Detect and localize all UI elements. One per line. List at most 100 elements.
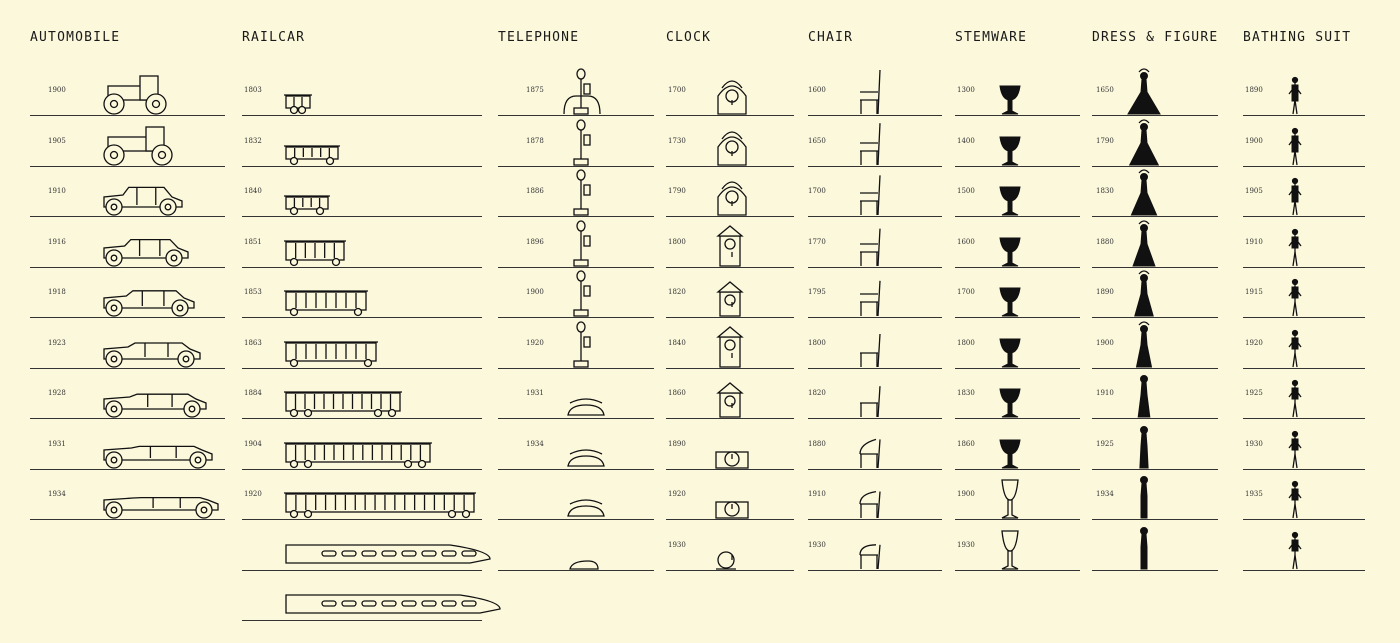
year-label: 1700 bbox=[957, 288, 975, 296]
year-label: 1878 bbox=[526, 136, 544, 145]
timeline-row: 1920 bbox=[666, 470, 794, 520]
timeline-row: 1930 bbox=[808, 521, 942, 571]
year-label: 1890 bbox=[1245, 86, 1263, 94]
year-label: 1600 bbox=[957, 237, 975, 246]
timeline-row: 1900 bbox=[498, 268, 654, 318]
timeline-row: 1905 bbox=[1243, 167, 1365, 217]
year-label: 1800 bbox=[808, 338, 826, 347]
column-title-bathing: BATHING SUIT bbox=[1243, 30, 1352, 45]
year-label: 1934 bbox=[1096, 490, 1114, 498]
year-label: 1910 bbox=[1245, 237, 1263, 246]
timeline-row: 1770 bbox=[808, 218, 942, 268]
year-label: 1910 bbox=[1096, 389, 1114, 397]
year-label: 1840 bbox=[668, 338, 686, 347]
year-label: 1931 bbox=[526, 389, 544, 397]
column-chair: CHAIR 1600 1650 1700 1770 1795 1800 1820 1880 191… bbox=[808, 0, 942, 643]
column-title-clock: CLOCK bbox=[666, 30, 712, 45]
baseline-rule bbox=[242, 620, 482, 621]
year-label: 1930 bbox=[1245, 439, 1263, 448]
column-title-dress: DRESS & FIGURE bbox=[1092, 30, 1219, 45]
timeline-row: 1860 bbox=[955, 420, 1080, 470]
timeline-row: 1886 bbox=[498, 167, 654, 217]
timeline-row bbox=[498, 521, 654, 571]
column-stemware: STEMWARE 1300 1400 1500 1600 1700 1800 1830 1860… bbox=[955, 0, 1080, 643]
timeline-row: 1830 bbox=[1092, 167, 1218, 217]
timeline-row: 1800 bbox=[666, 218, 794, 268]
year-label: 1896 bbox=[526, 237, 544, 246]
column-title-automobile: AUTOMOBILE bbox=[30, 30, 121, 45]
year-label: 1934 bbox=[48, 490, 66, 498]
year-label: 1730 bbox=[668, 136, 686, 145]
column-title-stemware: STEMWARE bbox=[955, 30, 1028, 45]
timeline-row: 1931 bbox=[498, 369, 654, 419]
timeline-row: 1820 bbox=[666, 268, 794, 318]
timeline-row: 1600 bbox=[955, 218, 1080, 268]
year-label: 1830 bbox=[1096, 187, 1114, 195]
year-label: 1795 bbox=[808, 288, 826, 296]
timeline-row bbox=[498, 470, 654, 520]
timeline-row: 1853 bbox=[242, 268, 482, 318]
timeline-row: 1910 bbox=[1243, 218, 1365, 268]
year-label: 1905 bbox=[48, 136, 66, 145]
year-label: 1900 bbox=[526, 288, 544, 296]
year-label: 1920 bbox=[526, 338, 544, 347]
timeline-row: 1884 bbox=[242, 369, 482, 419]
timeline-row: 1896 bbox=[498, 218, 654, 268]
column-title-railcar: RAILCAR bbox=[242, 30, 306, 45]
timeline-row: 1803 bbox=[242, 66, 482, 116]
timeline-row: 1930 bbox=[1243, 420, 1365, 470]
year-label: 1905 bbox=[1245, 187, 1263, 195]
year-label: 1900 bbox=[1245, 136, 1263, 145]
baseline-rule bbox=[1092, 569, 1218, 571]
timeline-row: 1934 bbox=[30, 470, 225, 520]
column-clock: CLOCK 1700 1730 1790 1800 1820 1840 1860 1890 192… bbox=[666, 0, 794, 643]
timeline-row: 1878 bbox=[498, 117, 654, 167]
year-label: 1904 bbox=[244, 439, 262, 448]
timeline-row: 1916 bbox=[30, 218, 225, 268]
timeline-row: 1790 bbox=[666, 167, 794, 217]
year-label: 1916 bbox=[48, 237, 66, 246]
year-label: 1853 bbox=[244, 288, 262, 296]
year-label: 1820 bbox=[668, 288, 686, 296]
timeline-row: 1400 bbox=[955, 117, 1080, 167]
timeline-row: 1930 bbox=[955, 521, 1080, 571]
goblet-icon bbox=[1001, 529, 1019, 570]
column-dress: DRESS & FIGURE 1650 1790 1830 1880 1890 1900 19… bbox=[1092, 0, 1218, 643]
year-label: 1920 bbox=[668, 490, 686, 498]
timeline-row: 1905 bbox=[30, 117, 225, 167]
timeline-row: 1851 bbox=[242, 218, 482, 268]
year-label: 1790 bbox=[1096, 136, 1114, 145]
timeline-row: 1650 bbox=[808, 117, 942, 167]
timeline-row: 1928 bbox=[30, 369, 225, 419]
timeline-row: 1920 bbox=[1243, 319, 1365, 369]
year-label: 1925 bbox=[1245, 389, 1263, 397]
timeline-row: 1934 bbox=[498, 420, 654, 470]
column-title-chair: CHAIR bbox=[808, 30, 854, 45]
timeline-row: 1800 bbox=[808, 319, 942, 369]
timeline-row: 1300 bbox=[955, 66, 1080, 116]
timeline-row: 1700 bbox=[955, 268, 1080, 318]
year-label: 1860 bbox=[957, 439, 975, 448]
timeline-row: 1880 bbox=[1092, 218, 1218, 268]
year-label: 1928 bbox=[48, 389, 66, 397]
timeline-row bbox=[242, 521, 491, 571]
timeline-row: 1795 bbox=[808, 268, 942, 318]
year-label: 1851 bbox=[244, 237, 262, 246]
baseline-rule bbox=[808, 569, 942, 571]
year-label: 1800 bbox=[957, 338, 975, 347]
timeline-row: 1830 bbox=[955, 369, 1080, 419]
year-label: 1935 bbox=[1245, 490, 1263, 498]
year-label: 1931 bbox=[48, 439, 66, 448]
year-label: 1934 bbox=[526, 439, 544, 448]
baseline-rule bbox=[666, 569, 794, 571]
column-bathing: BATHING SUIT 1890 1900 1905 1910 1915 1920 1925… bbox=[1243, 0, 1365, 643]
chair-icon bbox=[859, 543, 881, 569]
timeline-row: 1650 bbox=[1092, 66, 1218, 116]
automobile-icon bbox=[103, 496, 219, 519]
year-label: 1910 bbox=[808, 490, 826, 498]
column-railcar: RAILCAR 1803 1832 1840 1851 1853 1863 1884 1904 1… bbox=[242, 0, 501, 643]
year-label: 1920 bbox=[244, 490, 262, 498]
timeline-row: 1832 bbox=[242, 117, 482, 167]
timeline-row bbox=[1243, 521, 1365, 571]
timeline-row: 1925 bbox=[1092, 420, 1218, 470]
